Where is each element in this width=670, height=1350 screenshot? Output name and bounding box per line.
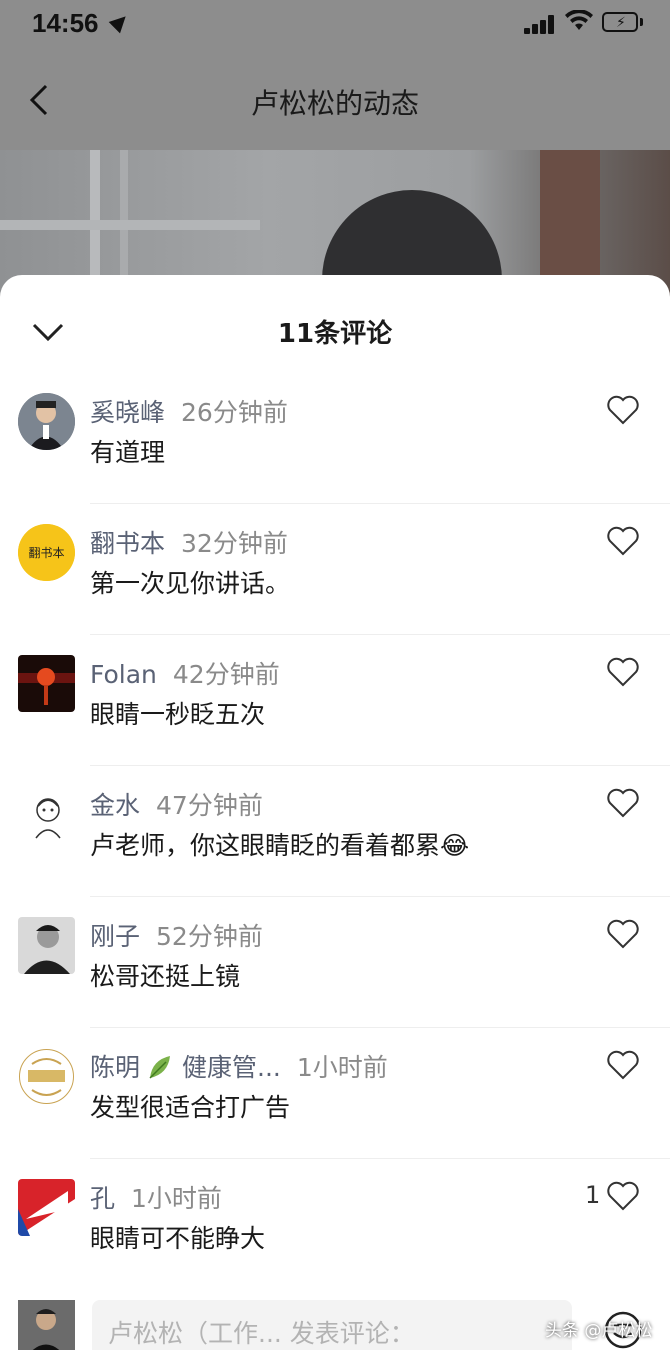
heart-icon[interactable] [606, 788, 640, 818]
comment-text: 第一次见你讲话。 [90, 569, 291, 598]
comment-item: 刚子 52分钟前 松哥还挺上镜 [0, 897, 670, 1028]
sheet-header: 11条评论 [0, 275, 670, 385]
heart-icon[interactable] [606, 1050, 640, 1080]
comment-text-body: 卢老师，你这眼睛眨的看着都累 [90, 831, 441, 860]
comment-time: 47分钟前 [156, 791, 263, 820]
comment-input-placeholder: 卢松松（工作... 发表评论： [108, 1319, 415, 1348]
comments-sheet: 11条评论 奚晓峰 26分钟前 有道理 翻书本 翻书本 32分钟前 第一次见你讲话。… [0, 275, 670, 1350]
comment-item: 金水 47分钟前 卢老师，你这眼睛眨的看着都累😂 [0, 766, 670, 897]
heart-icon[interactable] [606, 526, 640, 556]
commenter-name[interactable]: Folan [90, 660, 157, 689]
comment-text: 眼睛一秒眨五次 [90, 700, 266, 729]
comment-input-bar: 卢松松（工作... 发表评论： 头条 @卢松松 [0, 1280, 670, 1350]
comment-meta: 刚子 52分钟前 [90, 917, 263, 953]
comment-text: 松哥还挺上镜 [90, 962, 241, 991]
like-count: 1 [585, 1181, 601, 1209]
comment-meta: Folan 42分钟前 [90, 655, 280, 691]
heart-icon[interactable] [606, 919, 640, 949]
commenter-badge: 健康管... [182, 1053, 281, 1082]
comment-time: 42分钟前 [172, 660, 280, 689]
comment-text: 卢老师，你这眼睛眨的看着都累😂 [90, 826, 469, 862]
commenter-name[interactable]: 陈明 [90, 1053, 140, 1082]
comment-time: 1小时前 [131, 1184, 222, 1213]
comments-count-title: 11条评论 [277, 319, 393, 349]
location-arrow-icon [108, 10, 132, 34]
avatar[interactable] [18, 1179, 75, 1236]
avatar[interactable] [18, 786, 75, 843]
watermark: 头条 @卢松松 [545, 1321, 653, 1341]
cellular-signal-icon [524, 14, 556, 34]
page-title: 卢松松的动态 [250, 87, 419, 120]
video-shelf [0, 220, 260, 230]
laughing-emoji-icon: 😂 [440, 831, 470, 860]
comment-item: 奚晓峰 26分钟前 有道理 [0, 373, 670, 504]
commenter-name[interactable]: 奚晓峰 [90, 398, 165, 427]
avatar[interactable] [18, 393, 75, 450]
comment-time: 32分钟前 [181, 529, 288, 558]
comment-time: 52分钟前 [156, 922, 263, 951]
status-bar: 14:56 ⚡ [0, 0, 670, 50]
comment-item: 陈明 健康管... 1小时前 发型很适合打广告 [0, 1028, 670, 1159]
comment-time: 26分钟前 [181, 398, 288, 427]
charging-bolt-icon: ⚡ [616, 15, 626, 31]
commenter-name[interactable]: 刚子 [90, 922, 140, 951]
comment-text: 有道理 [90, 438, 166, 467]
navigation-bar: 卢松松的动态 [0, 60, 670, 140]
comment-item: 孔 1小时前 眼睛可不能睁大 1 [0, 1159, 670, 1290]
avatar[interactable] [18, 917, 75, 974]
comment-text: 眼睛可不能睁大 [90, 1224, 266, 1253]
avatar[interactable]: 翻书本 [18, 524, 75, 581]
battery-tip [640, 18, 643, 26]
wifi-icon [565, 10, 593, 30]
comment-meta: 奚晓峰 26分钟前 [90, 393, 288, 429]
avatar-text: 翻书本 [28, 546, 64, 560]
comment-meta: 金水 47分钟前 [90, 786, 263, 822]
battery-icon: ⚡ [602, 12, 638, 32]
commenter-name[interactable]: 翻书本 [90, 529, 165, 558]
heart-icon[interactable] [606, 395, 640, 425]
avatar[interactable] [18, 655, 75, 712]
avatar[interactable] [18, 1048, 75, 1105]
status-time: 14:56 [32, 8, 99, 38]
leaf-icon [149, 1056, 171, 1079]
comment-time: 1小时前 [296, 1053, 388, 1082]
comment-meta: 陈明 健康管... 1小时前 [90, 1048, 388, 1084]
commenter-name[interactable]: 金水 [90, 791, 140, 820]
heart-icon[interactable] [606, 657, 640, 687]
comment-item: Folan 42分钟前 眼睛一秒眨五次 [0, 635, 670, 766]
commenter-name[interactable]: 孔 [90, 1184, 115, 1213]
comment-meta: 孔 1小时前 [90, 1179, 222, 1215]
comment-meta: 翻书本 32分钟前 [90, 524, 288, 560]
comment-input[interactable]: 卢松松（工作... 发表评论： [92, 1300, 572, 1350]
heart-icon[interactable] [606, 1181, 640, 1211]
my-avatar [18, 1300, 75, 1350]
comment-item: 翻书本 翻书本 32分钟前 第一次见你讲话。 [0, 504, 670, 635]
comment-text: 发型很适合打广告 [90, 1093, 291, 1122]
